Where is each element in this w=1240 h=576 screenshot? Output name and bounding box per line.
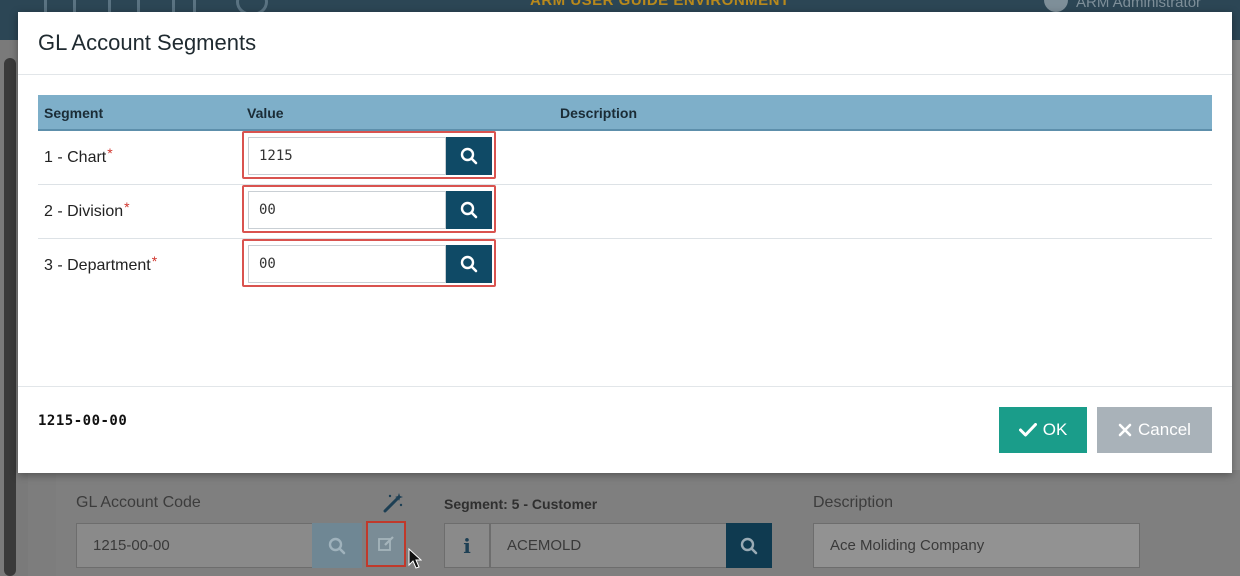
gl-account-code-field[interactable]: 1215-00-00 bbox=[76, 523, 313, 568]
info-glyph: i bbox=[463, 533, 471, 558]
chart-value-input[interactable] bbox=[248, 137, 446, 175]
column-header-value: Value bbox=[247, 105, 284, 121]
dialog-header: GL Account Segments bbox=[18, 12, 1232, 75]
table-row: 1 - Chart* bbox=[38, 131, 1212, 185]
segment-search-button[interactable] bbox=[726, 523, 772, 568]
segment-name-text: 2 - Division bbox=[44, 203, 124, 220]
search-icon bbox=[460, 201, 478, 219]
description-field: Ace Moliding Company bbox=[813, 523, 1140, 568]
user-menu[interactable]: ARM Administrator bbox=[1044, 0, 1201, 12]
dialog-title: GL Account Segments bbox=[38, 30, 257, 55]
table-row: 2 - Division* bbox=[38, 185, 1212, 239]
gl-account-summary: 1215-00-00 bbox=[38, 413, 128, 429]
close-icon bbox=[1118, 423, 1132, 437]
gl-account-code-value: 1215-00-00 bbox=[93, 537, 170, 554]
info-icon[interactable]: i bbox=[444, 523, 490, 568]
segment-name-text: 3 - Department bbox=[44, 257, 151, 274]
segment-name: 3 - Department* bbox=[44, 253, 157, 275]
dialog-footer: 1215-00-00 OK Cancel bbox=[18, 386, 1232, 474]
segment-name: 1 - Chart* bbox=[44, 145, 113, 167]
gl-account-code-label: GL Account Code bbox=[76, 494, 201, 511]
search-icon bbox=[460, 147, 478, 165]
segment-value-highlight bbox=[242, 239, 496, 287]
chart-search-button[interactable] bbox=[446, 137, 492, 175]
ok-button-label: OK bbox=[1042, 420, 1068, 439]
segment-name-text: 1 - Chart bbox=[44, 149, 107, 166]
division-value-input[interactable] bbox=[248, 191, 446, 229]
division-search-button[interactable] bbox=[446, 191, 492, 229]
gl-account-search-button[interactable] bbox=[312, 523, 362, 568]
gl-account-edit-button[interactable] bbox=[366, 521, 406, 567]
ok-button[interactable]: OK bbox=[999, 407, 1087, 453]
column-header-description: Description bbox=[560, 105, 638, 121]
required-indicator: * bbox=[151, 253, 158, 269]
segments-grid-header: Segment Value Description bbox=[38, 95, 1212, 131]
description-label: Description bbox=[813, 494, 894, 511]
department-value-input[interactable] bbox=[248, 245, 446, 283]
search-icon bbox=[740, 537, 758, 554]
environment-title: ARM USER GUIDE ENVIRONMENT bbox=[530, 0, 790, 9]
segment-name: 2 - Division* bbox=[44, 199, 130, 221]
cancel-button[interactable]: Cancel bbox=[1097, 407, 1212, 453]
cancel-button-label: Cancel bbox=[1138, 420, 1191, 439]
user-avatar-icon bbox=[1044, 0, 1068, 12]
segment-value: ACEMOLD bbox=[507, 537, 582, 554]
segment-value-field[interactable]: ACEMOLD bbox=[490, 523, 727, 568]
table-row: 3 - Department* bbox=[38, 239, 1212, 293]
segment-label: Segment: 5 - Customer bbox=[444, 496, 598, 512]
gl-account-segments-dialog: GL Account Segments Segment Value Descri… bbox=[18, 12, 1232, 473]
search-icon bbox=[328, 537, 346, 554]
page-scrollbar[interactable] bbox=[4, 58, 16, 576]
check-icon bbox=[1018, 423, 1037, 437]
mouse-cursor-icon bbox=[408, 548, 422, 569]
required-indicator: * bbox=[107, 145, 113, 161]
edit-icon bbox=[378, 536, 394, 551]
user-name: ARM Administrator bbox=[1076, 0, 1202, 11]
required-indicator: * bbox=[124, 199, 130, 215]
column-header-segment: Segment bbox=[44, 105, 104, 121]
segment-value-highlight bbox=[242, 131, 496, 179]
search-icon bbox=[460, 255, 478, 273]
department-search-button[interactable] bbox=[446, 245, 492, 283]
segment-value-highlight bbox=[242, 185, 496, 233]
magic-wand-icon[interactable] bbox=[382, 492, 404, 514]
description-value: Ace Moliding Company bbox=[830, 537, 985, 554]
